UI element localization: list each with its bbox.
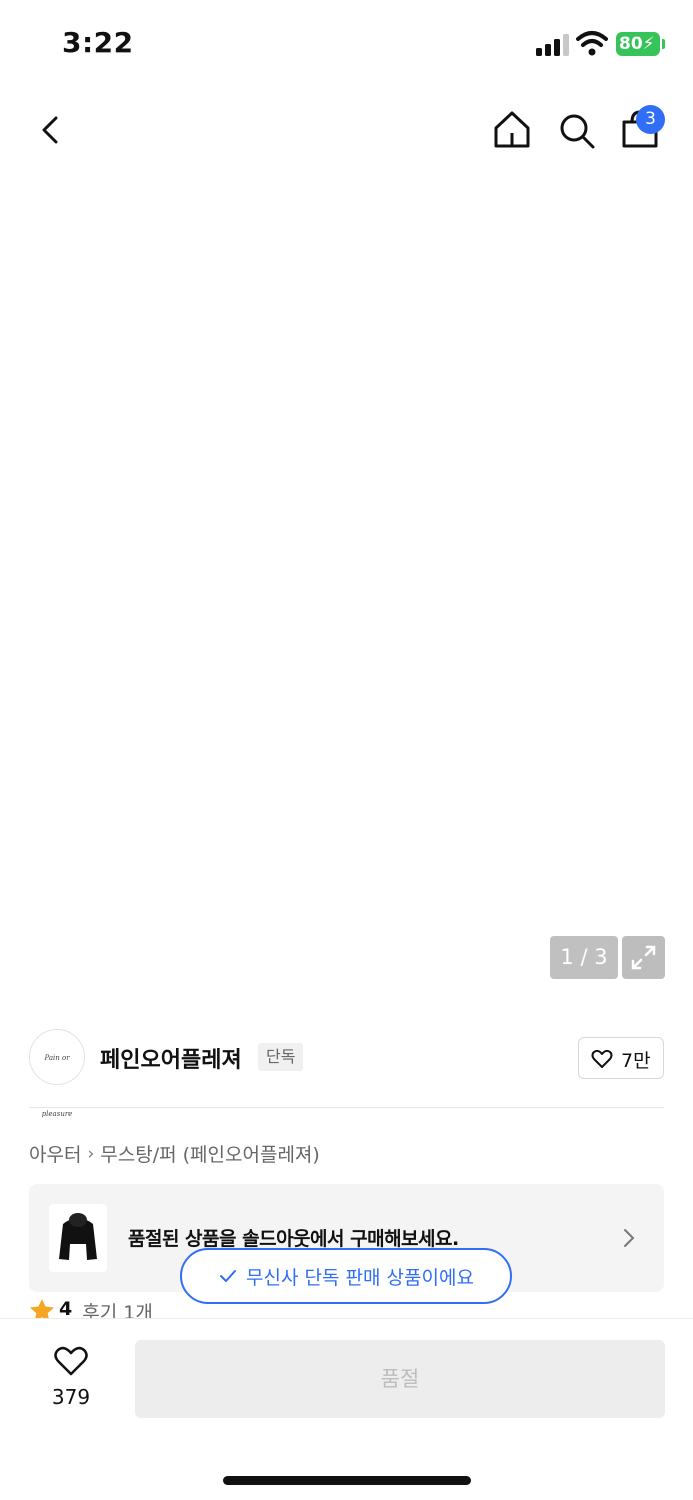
cart-count-badge: 3 (636, 105, 665, 134)
banner-thumbnail (49, 1204, 107, 1272)
heart-icon (54, 1346, 88, 1376)
banner-text: 품절된 상품을 솔드아웃에서 구매해보세요. (128, 1228, 459, 1250)
chevron-right-icon (624, 1229, 635, 1247)
wishlist-count: 379 (51, 1385, 91, 1409)
breadcrumb: 아우터 › 무스탕/퍼 (페인오어플레져) (29, 1140, 320, 1167)
battery-cap (662, 39, 665, 49)
signal-icon (536, 34, 569, 56)
divider (29, 1107, 664, 1108)
soldout-button[interactable]: 품절 (135, 1340, 665, 1418)
rating-score: 4 (59, 1298, 73, 1320)
chevron-left-icon[interactable] (30, 106, 74, 154)
exclusive-tag: 단독 (258, 1043, 304, 1071)
brand-like-count: 7만 (621, 1050, 651, 1072)
wifi-icon (576, 31, 608, 56)
toast-text: 무신사 단독 판매 상품이에요 (246, 1266, 474, 1289)
brand-logo[interactable]: Pain or pleasure (29, 1029, 85, 1118)
chevron-right-icon: › (87, 1143, 95, 1164)
breadcrumb-subcategory[interactable]: 무스탕/퍼 (페인오어플레져) (100, 1140, 320, 1167)
heart-icon (591, 1049, 613, 1068)
wishlist-button[interactable]: 379 (36, 1342, 106, 1414)
brand-name[interactable]: 페인오어플레져 (100, 1042, 242, 1074)
battery-indicator: 80⚡ (616, 32, 660, 56)
home-indicator (223, 1476, 471, 1485)
brand-like-button[interactable]: 7만 (578, 1037, 664, 1079)
expand-icon (631, 945, 656, 970)
status-bar: 3:22 80⚡ (0, 0, 693, 88)
breadcrumb-category[interactable]: 아우터 (29, 1140, 81, 1167)
image-counter: 1 / 3 (550, 936, 618, 979)
status-time: 3:22 (62, 26, 134, 59)
search-icon[interactable] (555, 106, 599, 154)
expand-button[interactable] (622, 936, 665, 979)
jacket-image (150, 345, 547, 843)
exclusive-toast: 무신사 단독 판매 상품이에요 (180, 1248, 512, 1304)
home-icon[interactable] (490, 106, 534, 154)
check-icon (220, 1270, 237, 1282)
